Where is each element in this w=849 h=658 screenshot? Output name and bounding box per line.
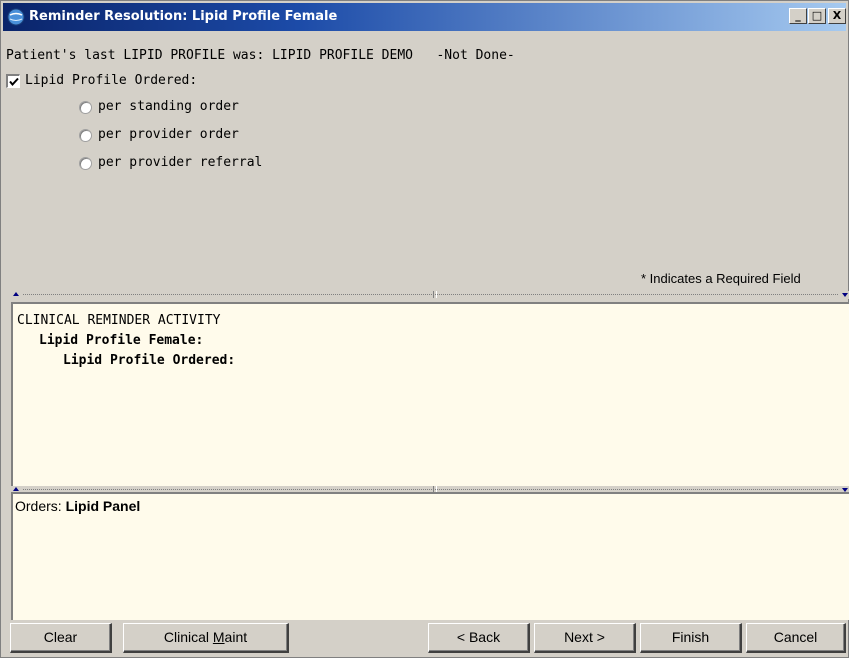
next-button[interactable]: Next > — [534, 623, 636, 653]
clinical-maint-mnemonic: M — [212, 629, 225, 645]
clinical-maint-suffix: aint — [224, 629, 248, 645]
finish-button[interactable]: Finish — [640, 623, 742, 653]
activity-header: CLINICAL REMINDER ACTIVITY — [17, 313, 221, 328]
cancel-button[interactable]: Cancel — [746, 623, 846, 653]
orders-label: Orders: — [15, 498, 62, 514]
activity-item: Lipid Profile Ordered: — [63, 353, 236, 368]
clear-button[interactable]: Clear — [10, 623, 112, 653]
orders-value: Lipid Panel — [65, 498, 141, 514]
app-globe-icon — [7, 8, 25, 26]
reminder-resolution-window: Reminder Resolution: Lipid Profile Femal… — [0, 0, 849, 658]
splitter-up-icon[interactable] — [13, 292, 19, 296]
radio-label: per provider referral — [98, 155, 263, 170]
radio-icon[interactable] — [79, 157, 92, 170]
back-button[interactable]: < Back — [428, 623, 530, 653]
activity-reminder: Lipid Profile Female: — [39, 333, 204, 348]
radio-label: per standing order — [98, 99, 239, 114]
title-bar[interactable]: Reminder Resolution: Lipid Profile Femal… — [3, 3, 846, 31]
radio-icon[interactable] — [79, 101, 92, 114]
splitter-grip — [23, 489, 838, 491]
splitter-top[interactable] — [11, 291, 849, 299]
orders-line: Orders: Lipid Panel — [15, 498, 140, 514]
checkbox-label: Lipid Profile Ordered: — [25, 73, 198, 88]
window-title: Reminder Resolution: Lipid Profile Femal… — [29, 9, 338, 24]
clinical-maint-button[interactable]: Clinical Maint — [123, 623, 289, 653]
radio-label: per provider order — [98, 127, 239, 142]
required-field-note: * Indicates a Required Field — [641, 271, 801, 286]
last-profile-text: Patient's last LIPID PROFILE was: LIPID … — [6, 48, 515, 63]
minimize-icon[interactable]: _ — [789, 8, 807, 24]
splitter-divider — [433, 291, 437, 298]
clinical-maint-prefix: Clinical — [163, 629, 213, 645]
splitter-up-icon[interactable] — [13, 487, 19, 491]
checkmark-icon — [9, 77, 19, 87]
checkbox-box[interactable] — [6, 74, 20, 88]
splitter-grip — [23, 294, 838, 296]
close-icon[interactable]: X — [828, 8, 846, 24]
maximize-icon[interactable]: □ — [808, 8, 826, 24]
reminder-activity-panel[interactable]: CLINICAL REMINDER ACTIVITY Lipid Profile… — [11, 302, 849, 486]
radio-icon[interactable] — [79, 129, 92, 142]
orders-panel[interactable]: Orders: Lipid Panel — [11, 492, 849, 620]
splitter-down-icon[interactable] — [842, 293, 848, 297]
